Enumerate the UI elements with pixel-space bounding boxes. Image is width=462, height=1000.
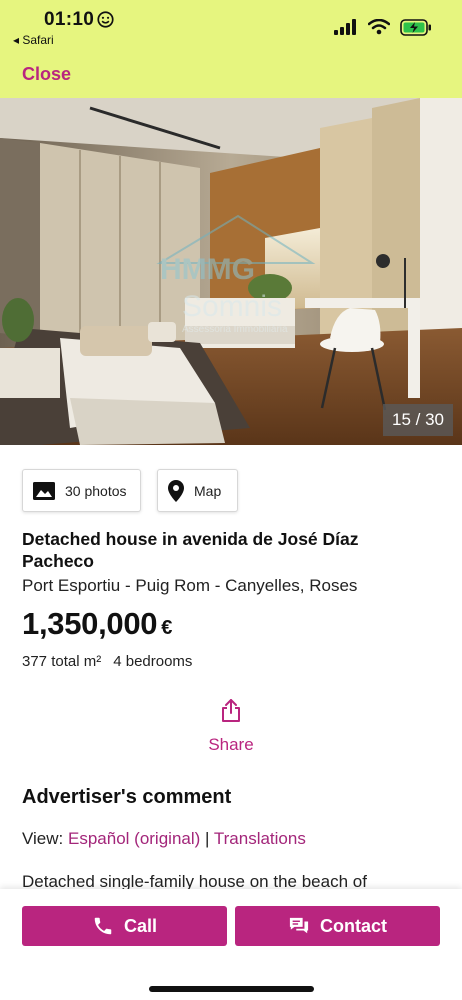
- photo-counter: 15 / 30: [383, 404, 453, 436]
- listing-photo: HMMG Somnis Assessoria Immobiliària: [0, 98, 462, 445]
- contact-button[interactable]: Contact: [235, 906, 440, 946]
- listing-location: Port Esportiu - Puig Rom - Canyelles, Ro…: [22, 576, 358, 595]
- call-button[interactable]: Call: [22, 906, 227, 946]
- listing-title: Detached house in avenida de José Díaz P…: [22, 529, 359, 571]
- share-label: Share: [208, 735, 254, 754]
- watermark-line3: Assessoria Immobiliària: [182, 324, 288, 335]
- share-button[interactable]: Share: [181, 698, 281, 755]
- price-value: 1,350,000: [22, 606, 158, 641]
- advertiser-comment-heading: Advertiser's comment: [22, 786, 232, 808]
- share-icon: [222, 699, 240, 722]
- contact-label: Contact: [320, 915, 387, 936]
- original-language-link[interactable]: Español (original): [68, 829, 200, 848]
- signal-icon: [334, 19, 356, 35]
- watermark-line1: HMMG: [160, 253, 255, 286]
- view-language-line: View: Español (original) | Translations: [22, 829, 306, 849]
- map-button[interactable]: Map: [157, 469, 238, 512]
- smiley-icon: [97, 11, 114, 28]
- feature-area: 377 total m²: [22, 653, 102, 670]
- status-time: 01:10: [44, 9, 95, 30]
- photo-gallery[interactable]: HMMG Somnis Assessoria Immobiliària 15 /…: [0, 98, 462, 445]
- feature-bedrooms: 4 bedrooms: [113, 653, 193, 670]
- map-pin-icon: [168, 479, 184, 502]
- chat-icon: [289, 917, 309, 934]
- status-icons: [334, 16, 432, 38]
- close-button[interactable]: Close: [22, 64, 71, 85]
- view-prefix: View:: [22, 829, 64, 848]
- listing-price: 1,350,000 €: [22, 606, 172, 642]
- call-label: Call: [123, 915, 157, 936]
- watermark-line2: Somnis: [182, 290, 282, 323]
- photos-label: 30 photos: [65, 482, 127, 499]
- back-to-app[interactable]: ◂ Safari: [13, 33, 54, 47]
- bottom-action-bar: Call Contact: [0, 889, 462, 1000]
- price-currency: €: [161, 617, 173, 639]
- map-label: Map: [194, 482, 222, 499]
- image-icon: [33, 481, 55, 500]
- photos-button[interactable]: 30 photos: [22, 469, 141, 512]
- battery-icon: [400, 18, 431, 36]
- translations-link[interactable]: Translations: [214, 829, 306, 848]
- home-indicator[interactable]: [149, 986, 314, 992]
- top-bar: 01:10 ◂ Safari Close: [0, 0, 462, 98]
- link-separator: |: [205, 829, 210, 848]
- back-app-label: Safari: [22, 33, 54, 47]
- wifi-icon: [368, 19, 390, 35]
- phone-icon: [94, 917, 112, 935]
- listing-features: 377 total m² 4 bedrooms: [22, 653, 192, 670]
